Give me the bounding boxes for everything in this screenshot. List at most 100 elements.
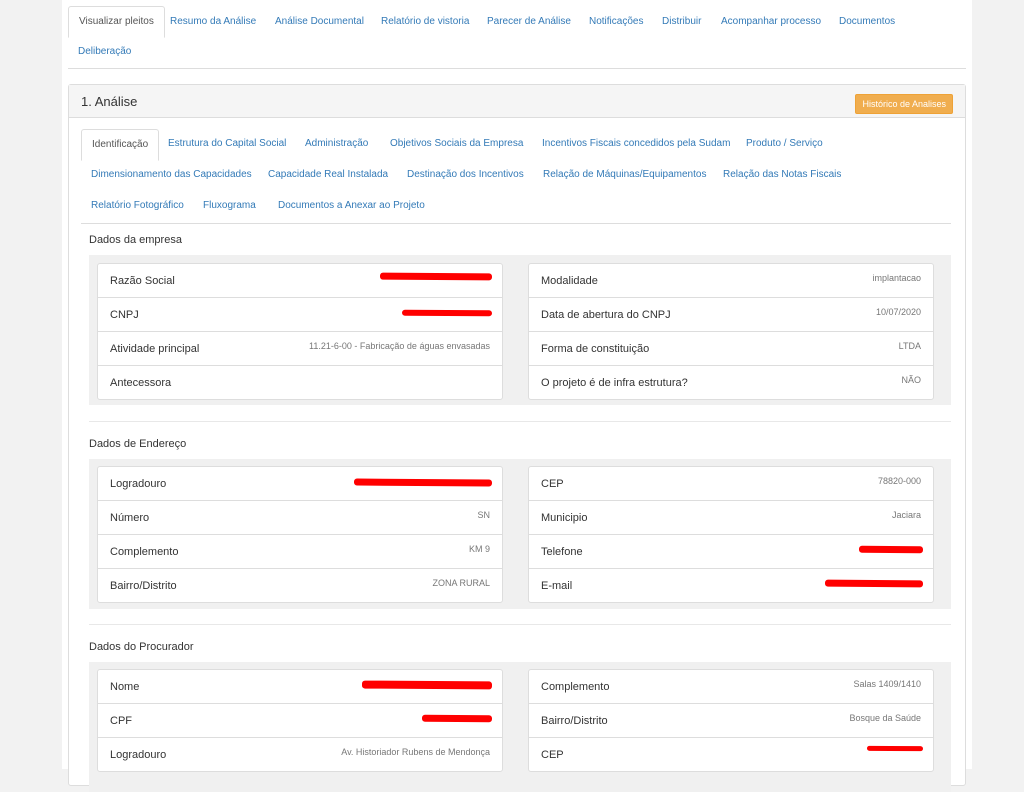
row-cep-procurador: CEP <box>529 738 933 771</box>
field-label: Complemento <box>541 681 610 693</box>
row-cep: CEP 78820-000 <box>529 467 933 501</box>
tab-relatorio-fotografico[interactable]: Relatório Fotográfico <box>81 191 194 221</box>
section-divider <box>89 421 951 422</box>
field-value: 78820-000 <box>877 476 921 486</box>
top-nav-tabs: Visualizar pleitos Resumo da Análise Aná… <box>68 6 966 69</box>
tab-relacao-notas-fiscais[interactable]: Relação das Notas Fiscais <box>713 160 851 190</box>
card-procurador-right: Complemento Salas 1409/1410 Bairro/Distr… <box>528 669 934 772</box>
field-label: Forma de constituição <box>541 343 650 355</box>
field-value: Bosque da Saúde <box>849 713 921 723</box>
page: Visualizar pleitos Resumo da Análise Aná… <box>62 0 972 792</box>
field-label: CEP <box>541 478 564 490</box>
row-nome: Nome <box>98 670 502 704</box>
row-modalidade: Modalidade implantacao <box>529 264 933 298</box>
field-label: Municipio <box>541 512 588 524</box>
row-numero: Número SN <box>98 501 502 535</box>
tab-visualizar-pleitos[interactable]: Visualizar pleitos <box>68 6 165 38</box>
row-logradouro-procurador: Logradouro Av. Historiador Rubens de Men… <box>98 738 502 771</box>
field-label: Número <box>110 512 150 524</box>
field-value: Av. Historiador Rubens de Mendonça <box>341 747 490 757</box>
analise-panel: 1. Análise Histórico de Analises Identif… <box>68 84 966 792</box>
tab-identificacao[interactable]: Identificação <box>81 129 160 161</box>
field-label: Logradouro <box>110 749 167 761</box>
section-divider <box>89 624 951 625</box>
historico-analises-button[interactable]: Histórico de Analises <box>855 94 953 114</box>
field-label: Modalidade <box>541 275 598 287</box>
field-label: CNPJ <box>110 309 139 321</box>
card-empresa-right: Modalidade implantacao Data de abertura … <box>528 263 934 400</box>
field-value: Jaciara <box>891 510 921 520</box>
tab-acompanhar-processo[interactable]: Acompanhar processo <box>711 7 831 37</box>
field-label: E-mail <box>541 580 573 592</box>
card-endereco-right: CEP 78820-000 Municipio Jaciara Telefone… <box>528 466 934 603</box>
field-label: Nome <box>110 681 140 693</box>
tab-deliberacao[interactable]: Deliberação <box>68 37 141 67</box>
row-bairro-distrito-procurador: Bairro/Distrito Bosque da Saúde <box>529 704 933 738</box>
redaction-mark <box>361 680 493 690</box>
section-title-procurador: Dados do Procurador <box>89 641 194 653</box>
tab-documentos-anexar[interactable]: Documentos a Anexar ao Projeto <box>268 191 435 221</box>
field-value: KM 9 <box>468 544 490 554</box>
redaction-mark <box>379 272 493 281</box>
tab-notificacoes[interactable]: Notificações <box>579 7 653 37</box>
tab-incentivos-fiscais[interactable]: Incentivos Fiscais concedidos pela Sudam <box>532 129 740 159</box>
tab-documentos[interactable]: Documentos <box>829 7 905 37</box>
redaction-mark <box>866 745 924 752</box>
row-municipio: Municipio Jaciara <box>529 501 933 535</box>
tab-objetivos-sociais[interactable]: Objetivos Sociais da Empresa <box>380 129 533 159</box>
row-logradouro: Logradouro <box>98 467 502 501</box>
row-cnpj: CNPJ <box>98 298 502 332</box>
redaction-mark <box>421 714 493 723</box>
section-title-empresa: Dados da empresa <box>89 234 182 246</box>
analise-tabs: Identificação Estrutura do Capital Socia… <box>81 129 951 224</box>
tab-dimensionamento-capacidades[interactable]: Dimensionamento das Capacidades <box>81 160 262 190</box>
row-infra-estrutura: O projeto é de infra estrutura? NÃO <box>529 366 933 399</box>
tab-relatorio-vistoria[interactable]: Relatório de vistoria <box>371 7 479 37</box>
card-procurador-left: Nome CPF Logradouro Av. Historiador Rube… <box>97 669 503 772</box>
redaction-mark <box>401 309 493 317</box>
field-label: Antecessora <box>110 377 172 389</box>
field-value: LTDA <box>898 341 921 351</box>
field-value: implantacao <box>872 273 921 283</box>
redaction-mark <box>824 579 924 588</box>
field-value: NÃO <box>901 375 921 385</box>
field-label: Bairro/Distrito <box>110 580 177 592</box>
tab-capacidade-real-instalada[interactable]: Capacidade Real Instalada <box>258 160 398 190</box>
field-label: O projeto é de infra estrutura? <box>541 377 688 389</box>
tab-resumo-analise[interactable]: Resumo da Análise <box>160 7 266 37</box>
redaction-mark <box>353 478 493 487</box>
section-title-endereco: Dados de Endereço <box>89 438 187 450</box>
row-data-abertura-cnpj: Data de abertura do CNPJ 10/07/2020 <box>529 298 933 332</box>
row-razao-social: Razão Social <box>98 264 502 298</box>
field-value: SN <box>477 510 490 520</box>
redaction-mark <box>858 545 924 554</box>
panel-heading: 1. Análise Histórico de Analises <box>69 85 965 118</box>
field-value: 10/07/2020 <box>875 307 921 317</box>
tab-distribuir[interactable]: Distribuir <box>652 7 711 37</box>
tab-destinacao-incentivos[interactable]: Destinação dos Incentivos <box>397 160 534 190</box>
field-label: Telefone <box>541 546 583 558</box>
tab-parecer-analise[interactable]: Parecer de Análise <box>477 7 581 37</box>
row-forma-constituicao: Forma de constituição LTDA <box>529 332 933 366</box>
row-complemento-procurador: Complemento Salas 1409/1410 <box>529 670 933 704</box>
field-label: Complemento <box>110 546 179 558</box>
tab-analise-documental[interactable]: Análise Documental <box>265 7 374 37</box>
row-antecessora: Antecessora <box>98 366 502 399</box>
tab-produto-servico[interactable]: Produto / Serviço <box>736 129 833 159</box>
tab-estrutura-capital-social[interactable]: Estrutura do Capital Social <box>158 129 296 159</box>
row-email: E-mail <box>529 569 933 602</box>
field-value: Salas 1409/1410 <box>853 679 921 689</box>
card-empresa-left: Razão Social CNPJ Atividade principal 11… <box>97 263 503 400</box>
tab-fluxograma[interactable]: Fluxograma <box>193 191 266 221</box>
tab-relacao-maquinas[interactable]: Relação de Máquinas/Equipamentos <box>533 160 716 190</box>
field-value: ZONA RURAL <box>432 578 490 588</box>
field-value: 11.21-6-00 - Fabricação de águas envasad… <box>309 341 490 351</box>
row-complemento: Complemento KM 9 <box>98 535 502 569</box>
field-label: CEP <box>541 749 564 761</box>
field-label: Atividade principal <box>110 343 200 355</box>
panel-title: 1. Análise <box>81 94 138 109</box>
card-endereco-left: Logradouro Número SN Complemento KM 9 Ba… <box>97 466 503 603</box>
field-label: Bairro/Distrito <box>541 715 608 727</box>
tab-administracao[interactable]: Administração <box>295 129 378 159</box>
row-cpf: CPF <box>98 704 502 738</box>
